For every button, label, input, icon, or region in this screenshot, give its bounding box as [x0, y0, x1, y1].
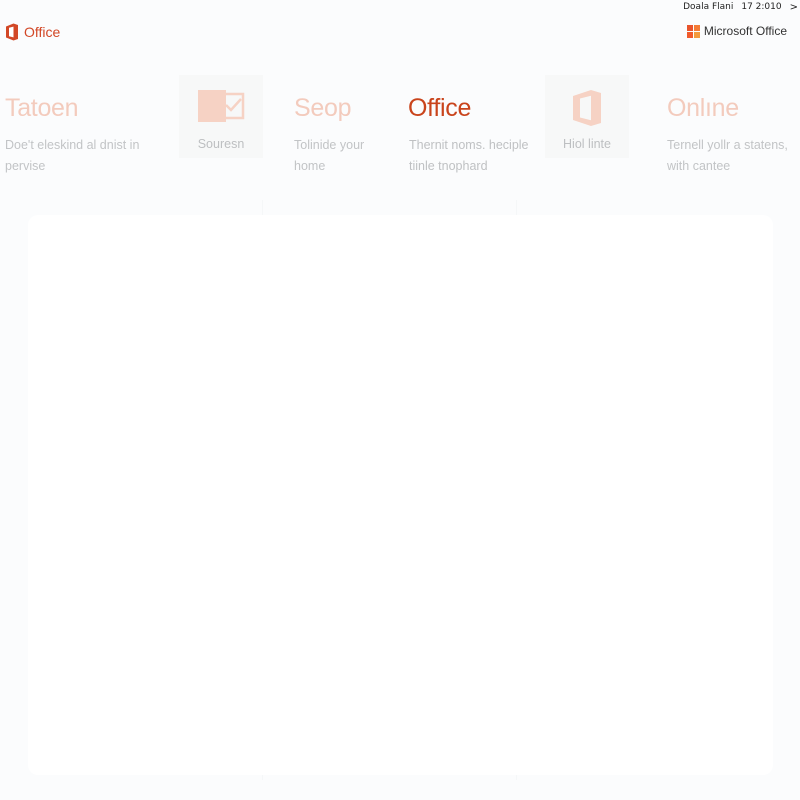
- office-brand[interactable]: Office: [5, 23, 60, 41]
- tile-description: Doe't eleskind al dnist in pervise: [5, 135, 139, 177]
- content-panel: [28, 215, 773, 775]
- tile-description: Tolinide your home: [294, 135, 364, 177]
- tile-label: Souresn: [197, 137, 245, 151]
- office-logo-icon: [6, 23, 18, 41]
- brand-label: Office: [24, 24, 61, 40]
- tile-souresn[interactable]: Souresn: [179, 75, 263, 158]
- tile-description-line: Doe't eleskind al dnist in: [5, 138, 140, 152]
- office-icon: [573, 90, 601, 126]
- tile-heading: Onlıne: [667, 94, 739, 122]
- tile-description-line: Tolinide your: [294, 138, 365, 152]
- microsoft-office-label: Microsoft Office: [703, 24, 787, 38]
- tile-description-line: Ternell yollr a statens,: [667, 138, 788, 152]
- microsoft-office-brand[interactable]: Microsoft Office: [686, 24, 787, 38]
- tile-description-line: with cantee: [667, 159, 731, 173]
- tile-heading: Office: [408, 94, 472, 122]
- tile-label: Hiol linte: [563, 137, 611, 151]
- status-bar: Doala Flani 17 2:010 >: [683, 0, 800, 14]
- tile-description-line: pervise: [5, 159, 46, 173]
- tile-description: Ternell yollr a statens, with cantee: [667, 135, 788, 177]
- tile-description: Thernit noms. heciple tiinle tnophard: [409, 135, 529, 177]
- outlook-icon: [198, 90, 245, 122]
- microsoft-logo-icon: [686, 24, 700, 38]
- close-icon[interactable]: >: [790, 2, 798, 13]
- tile-description-line: tiinle tnophard: [409, 159, 488, 173]
- tile-heading: Tatoen: [5, 94, 79, 122]
- tile-hiol-linte[interactable]: Hiol linte: [545, 75, 629, 158]
- status-time: 17 2:010: [741, 2, 782, 12]
- tile-description-line: Thernit noms. heciple: [409, 138, 529, 152]
- tile-description-line: home: [294, 159, 326, 173]
- tile-heading: Seop: [294, 94, 352, 122]
- status-user-text: Doala Flani: [683, 2, 734, 12]
